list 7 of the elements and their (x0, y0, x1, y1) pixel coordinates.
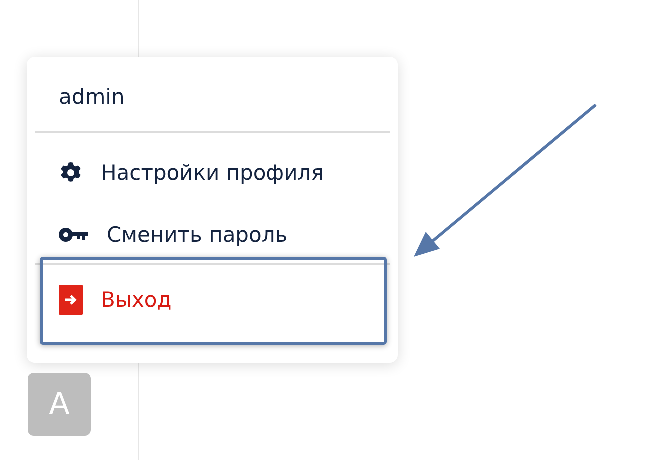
menu-item[interactable]: Сменить пароль (35, 209, 390, 261)
menu-item[interactable]: Выход (43, 274, 384, 326)
username: admin (58, 84, 126, 111)
exit-icon (59, 285, 83, 315)
gear-icon (59, 161, 83, 185)
menu-item[interactable]: Настройки профиля (35, 147, 390, 199)
key-icon (59, 227, 89, 243)
